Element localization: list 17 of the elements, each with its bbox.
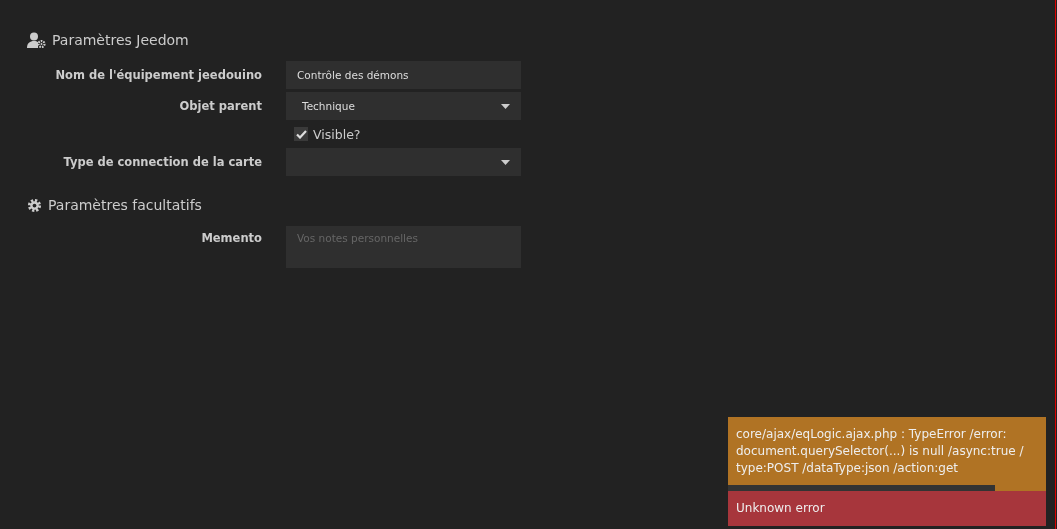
select-field[interactable]	[286, 148, 521, 176]
checkbox[interactable]	[294, 127, 308, 141]
name-field[interactable]: Contrôle des démons	[286, 61, 521, 89]
field-label: Type de connection de la carte	[63, 155, 262, 169]
notification: core/ajax/eqLogic.ajax.php : TypeError /error: document.querySelector(...) is null /async:true / type:POST /dataType:json /action:get	[728, 417, 1046, 491]
caret-icon	[501, 103, 510, 109]
checkbox-label: Visible?	[313, 126, 361, 142]
gear-icon	[27, 197, 42, 213]
section-title: Paramètres facultatifs	[48, 197, 202, 213]
user-gear-icon	[27, 32, 46, 48]
select-field[interactable]: Technique	[286, 92, 521, 120]
notification: Unknown error	[728, 491, 1046, 526]
caret-icon	[501, 159, 510, 165]
field-label: Nom de l'équipement jeedouino	[55, 68, 262, 82]
section-title: Paramètres Jeedom	[52, 32, 189, 48]
field-label: Memento	[201, 231, 262, 245]
field-label: Objet parent	[179, 99, 262, 113]
